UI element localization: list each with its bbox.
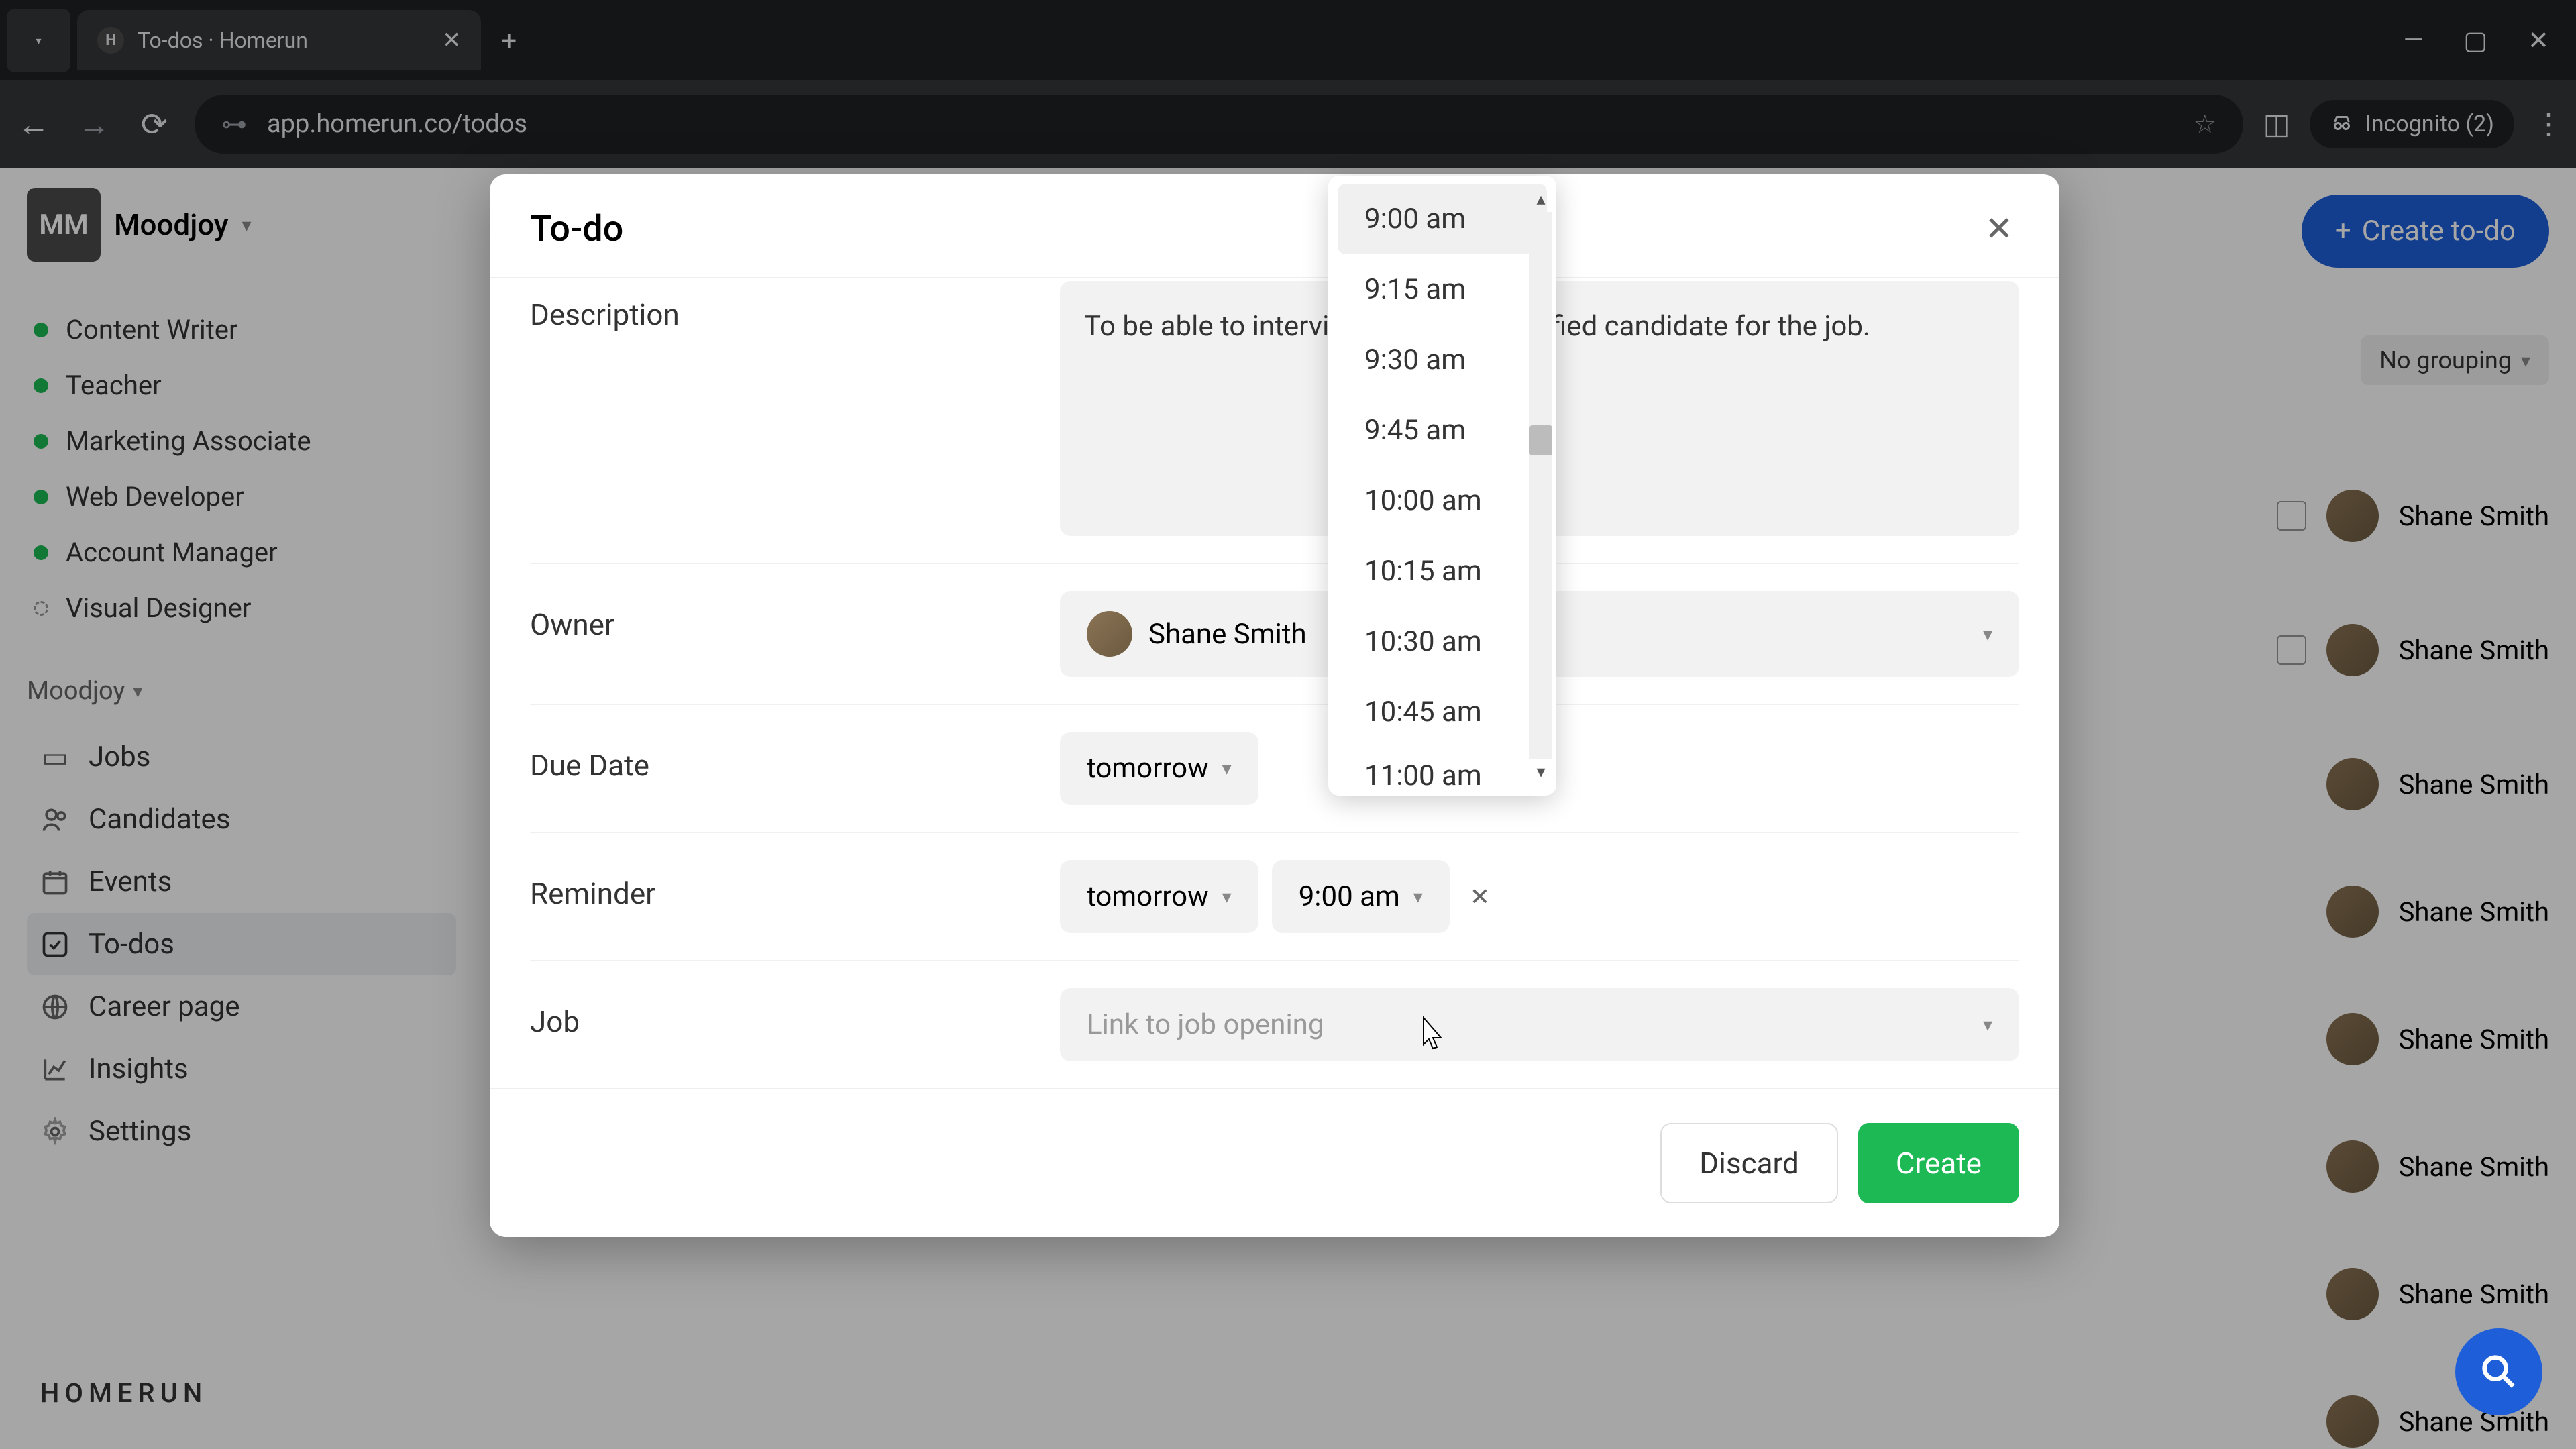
time-option[interactable]: 9:45 am (1338, 395, 1547, 466)
scroll-track[interactable] (1529, 212, 1552, 759)
time-option[interactable]: 10:00 am (1338, 466, 1547, 536)
job-label: Job (530, 988, 1033, 1039)
scroll-down-icon[interactable]: ▾ (1536, 762, 1545, 782)
chevron-down-icon: ▾ (1222, 885, 1232, 908)
scroll-up-icon[interactable]: ▴ (1536, 189, 1545, 209)
dropdown-scrollbar[interactable]: ▴ ▾ (1529, 189, 1552, 782)
chevron-down-icon: ▾ (1413, 885, 1423, 908)
time-option[interactable]: 10:45 am (1338, 677, 1547, 747)
modal-title: To-do (530, 208, 623, 250)
reminder-date-select[interactable]: tomorrow ▾ (1060, 860, 1258, 933)
time-option[interactable]: 9:30 am (1338, 325, 1547, 395)
reminder-label: Reminder (530, 860, 1033, 911)
chevron-down-icon: ▾ (1983, 1014, 1992, 1036)
time-option[interactable]: 9:15 am (1338, 254, 1547, 325)
time-option[interactable]: 11:00 am (1338, 747, 1547, 788)
create-button[interactable]: Create (1858, 1123, 2019, 1203)
discard-button[interactable]: Discard (1660, 1123, 1838, 1203)
close-icon: ✕ (1985, 209, 2013, 249)
todo-modal: To-do ✕ Description To be able to interv… (490, 174, 2059, 1237)
description-label: Description (530, 281, 1033, 332)
close-modal-button[interactable]: ✕ (1979, 209, 2019, 250)
time-option[interactable]: 10:15 am (1338, 536, 1547, 606)
cursor-pointer-icon (1415, 1015, 1448, 1053)
reminder-time-select[interactable]: 9:00 am ▾ (1272, 860, 1450, 933)
due-date-label: Due Date (530, 732, 1033, 783)
job-select[interactable]: Link to job opening ▾ (1060, 988, 2019, 1061)
time-dropdown: 9:00 am 9:15 am 9:30 am 9:45 am 10:00 am… (1328, 176, 1556, 796)
clear-reminder-button[interactable]: ✕ (1470, 883, 1490, 911)
time-option[interactable]: 10:30 am (1338, 606, 1547, 677)
scroll-thumb[interactable] (1529, 425, 1552, 455)
help-fab[interactable] (2455, 1328, 2542, 1415)
search-icon (2477, 1350, 2520, 1393)
avatar (1087, 611, 1132, 657)
owner-label: Owner (530, 591, 1033, 642)
chevron-down-icon: ▾ (1983, 623, 1992, 645)
chevron-down-icon: ▾ (1222, 757, 1232, 780)
due-date-select[interactable]: tomorrow ▾ (1060, 732, 1258, 805)
time-option[interactable]: 9:00 am (1338, 184, 1547, 254)
